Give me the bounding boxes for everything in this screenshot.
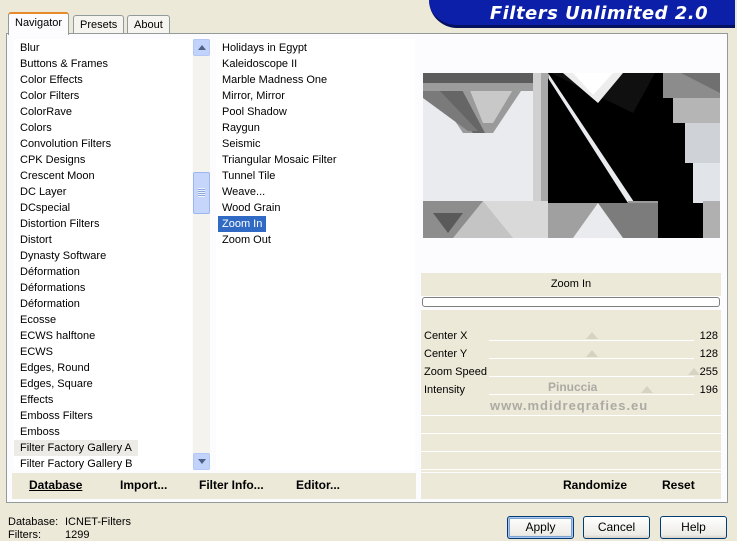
- scroll-up-arrow-icon[interactable]: [193, 39, 210, 56]
- category-item[interactable]: Blur: [14, 40, 192, 56]
- filter-item[interactable]: Raygun: [216, 120, 415, 136]
- filter-item[interactable]: Zoom Out: [216, 232, 415, 248]
- cancel-button[interactable]: Cancel: [583, 516, 650, 539]
- category-item[interactable]: Convolution Filters: [14, 136, 192, 152]
- category-item[interactable]: ECWS: [14, 344, 192, 360]
- category-item[interactable]: Déformations: [14, 280, 192, 296]
- tab-about[interactable]: About: [127, 15, 170, 35]
- category-item[interactable]: Ecosse: [14, 312, 192, 328]
- filter-item[interactable]: Holidays in Egypt: [216, 40, 415, 56]
- param-value: 255: [699, 366, 718, 378]
- category-item[interactable]: DC Layer: [14, 184, 192, 200]
- param-value: 128: [699, 348, 718, 360]
- category-item[interactable]: Filter Factory Gallery A: [14, 440, 138, 456]
- category-item[interactable]: ECWS halftone: [14, 328, 192, 344]
- category-item[interactable]: Distortion Filters: [14, 216, 192, 232]
- param-value: 128: [699, 330, 718, 342]
- category-item[interactable]: Distort: [14, 232, 192, 248]
- param-slider-knob[interactable]: [585, 332, 598, 339]
- scroll-down-arrow-icon[interactable]: [193, 453, 210, 470]
- filter-preview-image: [423, 73, 720, 238]
- reset-button[interactable]: Reset: [662, 478, 695, 493]
- category-item[interactable]: CPK Designs: [14, 152, 192, 168]
- category-item[interactable]: Edges, Square: [14, 376, 192, 392]
- param-slider-track[interactable]: [489, 376, 694, 377]
- app-title-banner: Filters Unlimited 2.0: [429, 0, 735, 28]
- filter-item[interactable]: Triangular Mosaic Filter: [216, 152, 415, 168]
- param-slider-knob[interactable]: [688, 368, 700, 375]
- tab-presets[interactable]: Presets: [73, 15, 125, 35]
- filter-info-button[interactable]: Filter Info...: [199, 478, 264, 493]
- category-item[interactable]: Dynasty Software: [14, 248, 192, 264]
- filter-item[interactable]: Pool Shadow: [216, 104, 415, 120]
- param-slider-track[interactable]: [489, 394, 694, 395]
- editor-button[interactable]: Editor...: [296, 478, 340, 493]
- apply-button[interactable]: Apply: [507, 516, 574, 539]
- filter-item[interactable]: Kaleidoscope II: [216, 56, 415, 72]
- param-slider-knob[interactable]: [640, 386, 653, 393]
- param-row[interactable]: Zoom Speed 255: [421, 363, 721, 381]
- category-scrollbar[interactable]: [193, 39, 210, 470]
- category-list[interactable]: Blur Buttons & Frames Color Effects Color F…: [14, 39, 192, 470]
- category-item[interactable]: Déformation: [14, 264, 192, 280]
- category-item[interactable]: Emboss: [14, 424, 192, 440]
- category-item[interactable]: Edges, Round: [14, 360, 192, 376]
- param-value: 196: [699, 384, 718, 396]
- database-button[interactable]: Database: [29, 478, 82, 493]
- empty-param-row: [421, 417, 721, 434]
- randomize-button[interactable]: Randomize: [563, 478, 627, 493]
- empty-param-row: [421, 435, 721, 452]
- param-name: Center Y: [424, 348, 468, 360]
- import-button[interactable]: Import...: [120, 478, 167, 493]
- param-name: Center X: [424, 330, 468, 342]
- param-name: Zoom Speed: [424, 366, 487, 378]
- category-item[interactable]: Color Filters: [14, 88, 192, 104]
- param-row[interactable]: Center X 128: [421, 327, 721, 345]
- category-item[interactable]: Filter Factory Gallery B: [14, 456, 192, 470]
- param-slider-track[interactable]: [489, 340, 694, 341]
- category-item[interactable]: Emboss Filters: [14, 408, 192, 424]
- database-value: ICNET-Filters: [65, 516, 131, 528]
- tab-navigator[interactable]: Navigator: [8, 12, 70, 35]
- filter-item[interactable]: Mirror, Mirror: [216, 88, 415, 104]
- category-item[interactable]: Effects: [14, 392, 192, 408]
- database-label: Database:: [8, 516, 59, 528]
- filter-item[interactable]: Seismic: [216, 136, 415, 152]
- empty-param-row: [421, 453, 721, 470]
- filter-list[interactable]: Holidays in Egypt Kaleidoscope II Marble M…: [216, 39, 415, 470]
- category-item[interactable]: Buttons & Frames: [14, 56, 192, 72]
- filter-item[interactable]: Tunnel Tile: [216, 168, 415, 184]
- scroll-thumb[interactable]: [193, 172, 210, 214]
- filter-item[interactable]: Zoom In: [218, 216, 267, 232]
- category-item[interactable]: ColorRave: [14, 104, 192, 120]
- param-slider-knob[interactable]: [585, 350, 598, 357]
- filter-item[interactable]: Weave...: [216, 184, 415, 200]
- category-item[interactable]: Déformation: [14, 296, 192, 312]
- param-row[interactable]: Center Y 128: [421, 345, 721, 363]
- category-item[interactable]: Colors: [14, 120, 192, 136]
- param-name: Intensity: [424, 384, 465, 396]
- filter-item[interactable]: Wood Grain: [216, 200, 415, 216]
- category-item[interactable]: Color Effects: [14, 72, 192, 88]
- category-item[interactable]: Crescent Moon: [14, 168, 192, 184]
- help-button[interactable]: Help: [660, 516, 727, 539]
- progress-bar: [422, 297, 720, 307]
- filters-count-value: 1299: [65, 529, 90, 541]
- watermark-line2: www.mdidreqrafies.eu: [490, 398, 649, 413]
- param-slider-track[interactable]: [489, 358, 694, 359]
- category-item[interactable]: DCspecial: [14, 200, 192, 216]
- filters-count-label: Filters:: [8, 529, 41, 541]
- filter-item[interactable]: Marble Madness One: [216, 72, 415, 88]
- selected-filter-title: Zoom In: [421, 273, 721, 296]
- watermark-line1: Pinuccia: [548, 380, 598, 394]
